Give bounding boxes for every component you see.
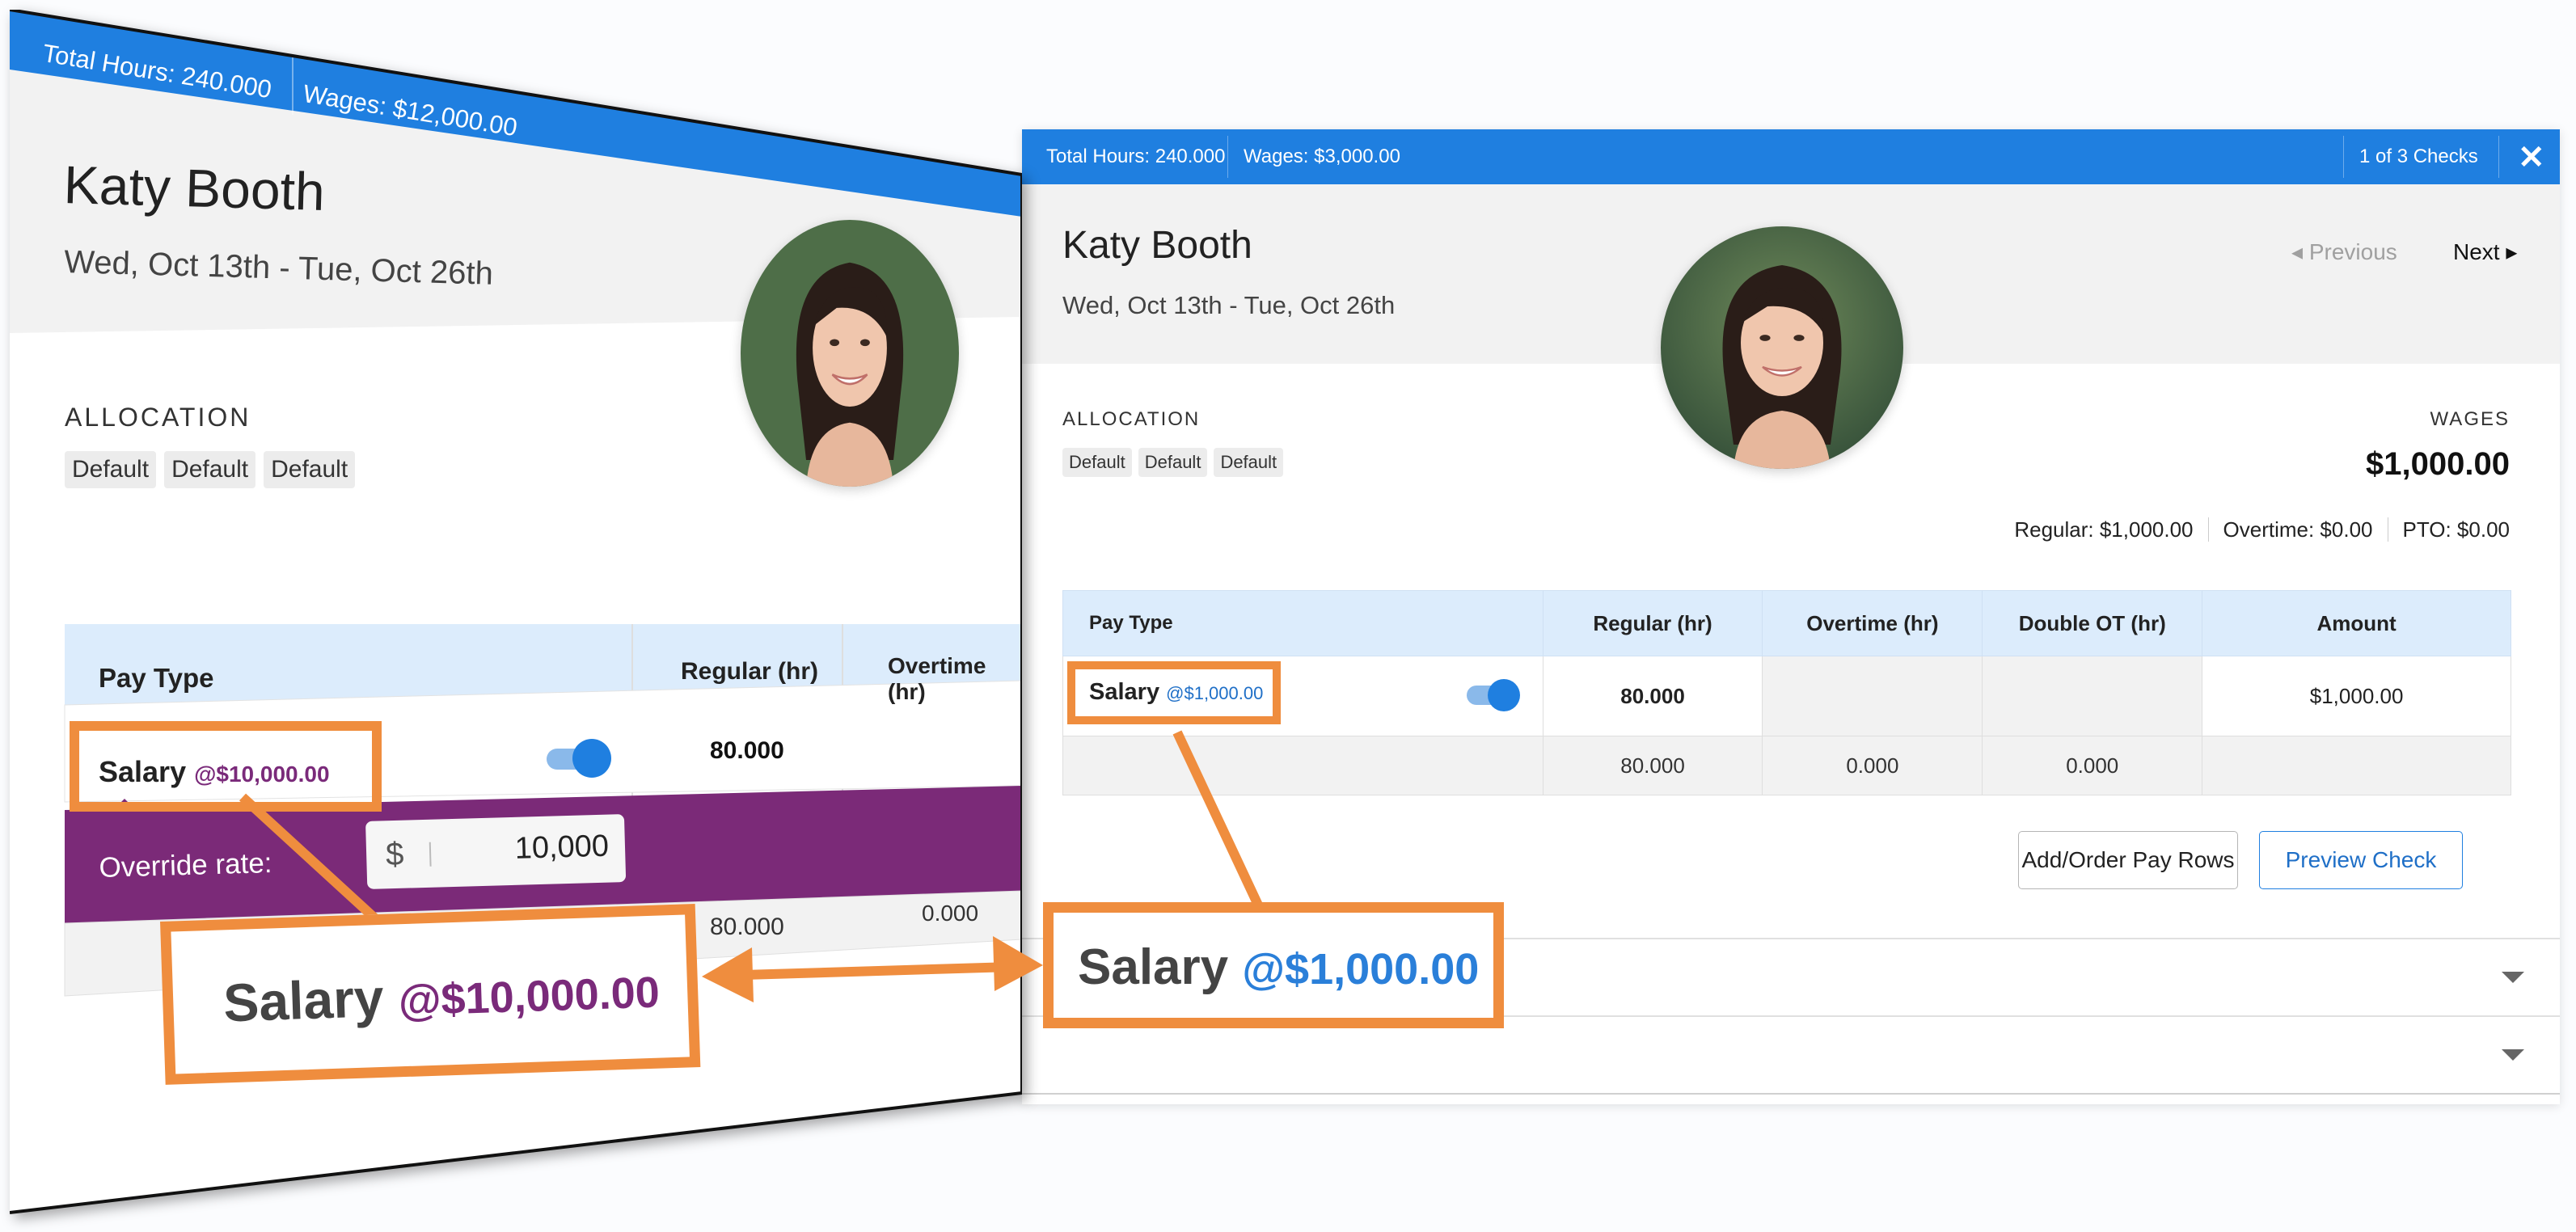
column-header: Amount (2202, 590, 2511, 656)
allocation-chip[interactable]: Default (164, 451, 256, 488)
pto-amount: PTO: $0.00 (2387, 517, 2510, 542)
close-icon[interactable]: ✕ (2518, 139, 2545, 176)
override-rate-label: Override rate: (99, 847, 272, 884)
callout-rate: @$1,000.00 (1242, 945, 1480, 994)
chevron-down-icon[interactable] (2502, 1049, 2524, 1061)
total-regular: 80.000 (710, 913, 784, 940)
allocation-chips: Default Default Default (65, 451, 363, 488)
column-header: Double OT (hr) (1982, 590, 2203, 656)
overtime-amount: Overtime: $0.00 (2207, 517, 2388, 542)
total-regular: 80.000 (1542, 736, 1763, 795)
avatar (741, 220, 959, 487)
employee-name: Katy Booth (1062, 224, 1252, 267)
column-header: Regular (hr) (681, 658, 819, 685)
next-button[interactable]: Next ▸ (2453, 238, 2517, 265)
wages-value: $1,000.00 (2366, 446, 2510, 482)
column-header: Regular (hr) (1542, 590, 1763, 656)
check-counter: 1 of 3 Checks (2359, 146, 2478, 167)
double-ot-hours-input[interactable] (1982, 656, 2203, 736)
rate-callout-right: Salary @$1,000.00 (1043, 902, 1504, 1028)
wages-label: WAGES (2430, 408, 2510, 430)
rate-callout-left: Salary @$10,000.00 (160, 904, 701, 1085)
override-rate-value[interactable]: 10,000 (514, 829, 609, 867)
allocation-label: ALLOCATION (65, 403, 251, 432)
regular-hours-input[interactable]: 80.000 (1542, 656, 1763, 736)
allocation-chip[interactable]: Default (264, 451, 356, 488)
allocation-chip[interactable]: Default (1138, 448, 1208, 477)
highlight-box (70, 721, 382, 812)
total-double-ot: 0.000 (1982, 736, 2203, 795)
regular-amount: Regular: $1,000.00 (2014, 517, 2194, 542)
column-header: Pay Type (99, 663, 214, 693)
employee-photo (1661, 226, 1903, 469)
pay-period: Wed, Oct 13th - Tue, Oct 26th (1062, 291, 1396, 319)
chevron-down-icon[interactable] (2502, 972, 2524, 983)
wages-breakdown: Regular: $1,000.00 Overtime: $0.00 PTO: $0… (2000, 517, 2510, 542)
previous-button[interactable]: ◂ Previous (2291, 238, 2397, 265)
totals-row: 80.000 0.000 0.000 (1062, 736, 2511, 795)
column-header: Overtime (hr) (1762, 590, 1983, 656)
summary-bar: Total Hours: 240.000 Wages: $3,000.00 1 … (1022, 129, 2560, 184)
divider (1022, 1093, 2560, 1095)
pay-row-toggle[interactable] (547, 739, 611, 778)
total-overtime: 0.000 (1762, 736, 1983, 795)
currency-symbol: $ (385, 836, 405, 873)
employee-photo (741, 220, 959, 487)
overtime-hours-input[interactable] (1762, 656, 1983, 736)
callout-rate: @$10,000.00 (397, 968, 661, 1026)
total-hours: Total Hours: 240.000 (1046, 146, 1226, 167)
override-rate-input[interactable]: $ 10,000 (365, 814, 627, 889)
allocation-chip[interactable]: Default (65, 451, 157, 488)
total-overtime: 0.000 (922, 901, 979, 926)
total-wages: Wages: $3,000.00 (1244, 146, 1400, 167)
avatar (1661, 226, 1903, 469)
column-header: Pay Type (1062, 590, 1543, 656)
amount-cell: $1,000.00 (2202, 656, 2511, 736)
allocation-chip[interactable]: Default (1214, 448, 1284, 477)
highlight-box (1067, 661, 1281, 724)
allocation-chip[interactable]: Default (1062, 448, 1132, 477)
allocation-label: ALLOCATION (1062, 408, 1201, 430)
regular-hours-input[interactable]: 80.000 (710, 737, 784, 765)
pay-row-toggle[interactable] (1466, 679, 1520, 711)
callout-pay-type: Salary (222, 967, 385, 1033)
callout-pay-type: Salary (1078, 939, 1229, 995)
column-header: Overtime (hr) (888, 653, 986, 704)
add-order-pay-rows-button[interactable]: Add/Order Pay Rows (2018, 831, 2238, 889)
preview-check-button[interactable]: Preview Check (2259, 831, 2463, 889)
allocation-chips: Default Default Default (1062, 448, 1290, 477)
employee-name: Katy Booth (62, 154, 326, 222)
